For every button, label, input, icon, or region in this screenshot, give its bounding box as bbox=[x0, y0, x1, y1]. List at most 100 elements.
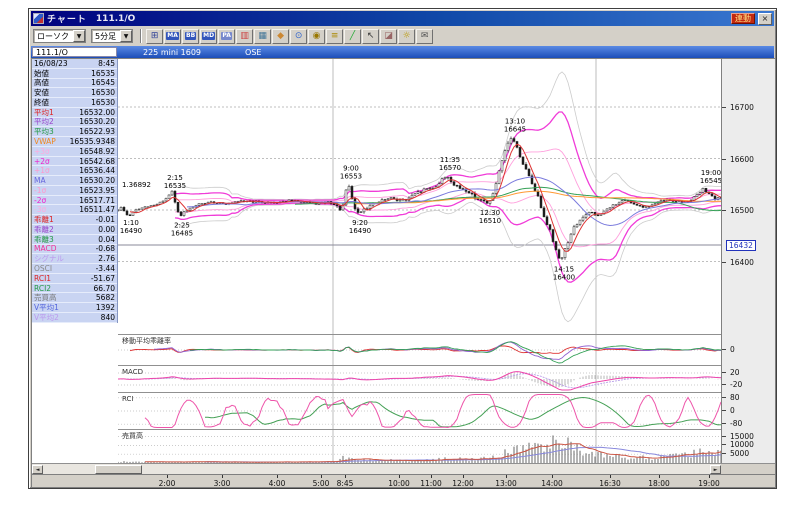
chart-layout-icon[interactable]: ⊞ bbox=[146, 28, 164, 44]
chevron-down-icon[interactable]: ▼ bbox=[120, 30, 133, 42]
time-tick-mark bbox=[463, 475, 464, 478]
sidebar-row-label: MACD bbox=[34, 244, 57, 254]
sidebar-row-value: 16530.20 bbox=[79, 117, 115, 127]
measure-icon[interactable]: ≡ bbox=[326, 28, 344, 44]
macd-panel[interactable]: MACD bbox=[118, 365, 721, 392]
eraser-icon[interactable]: ◪ bbox=[380, 28, 398, 44]
pa-indicator-icon[interactable]: PA bbox=[218, 28, 236, 44]
mail-icon[interactable]: ✉ bbox=[416, 28, 434, 44]
close-icon[interactable]: × bbox=[758, 12, 772, 25]
drawing-tools-icon[interactable]: ◉ bbox=[308, 28, 326, 44]
instrument-label: 225 mini 1609 bbox=[143, 47, 202, 57]
quote-sidebar: 16/08/23 8:45 始値 16535 高値 16545 安値 16530 終値 16530… bbox=[32, 59, 118, 323]
symbol-tab[interactable]: 111.1/O bbox=[32, 47, 117, 57]
bar-chart-icon[interactable]: ▦ bbox=[254, 28, 272, 44]
sidebar-row-value: 5682 bbox=[95, 293, 115, 303]
zoom-icon[interactable]: ⊙ bbox=[290, 28, 308, 44]
link-button[interactable]: 連動 bbox=[731, 13, 755, 24]
axis-tick-mark bbox=[722, 435, 726, 437]
sidebar-row-value: 16517.71 bbox=[79, 195, 115, 205]
sidebar-row-value: 16535.9348 bbox=[69, 137, 115, 147]
interval-combo[interactable]: 5分足 ▼ bbox=[91, 29, 134, 43]
measure-icon: ≡ bbox=[330, 31, 339, 41]
horizontal-scrollbar[interactable]: ◄ ► bbox=[32, 463, 721, 474]
chevron-down-icon[interactable]: ▼ bbox=[73, 30, 85, 42]
zoom-icon: ⊙ bbox=[294, 31, 303, 41]
svg-text:9:00: 9:00 bbox=[343, 165, 359, 173]
chart-layout-icon: ⊞ bbox=[150, 31, 159, 41]
time-axis: 2:00 3:00 4:00 5:00 8:45 10:00 11:00 12:00 13:00… bbox=[32, 474, 775, 488]
time-axis-label: 5:00 bbox=[312, 479, 330, 488]
sidebar-row: シグナル 2.76 bbox=[32, 254, 117, 265]
axis-tick-mark bbox=[722, 107, 726, 108]
window-title-code: 111.1/O bbox=[95, 13, 136, 24]
svg-text:MACD: MACD bbox=[122, 368, 143, 376]
deviation-panel[interactable]: 移動平均乖離率 bbox=[118, 334, 721, 365]
pa-indicator-icon: PA bbox=[221, 32, 232, 40]
point-figure-icon: ◆ bbox=[277, 31, 285, 41]
svg-text:2:15: 2:15 bbox=[167, 174, 183, 182]
svg-text:1.36892: 1.36892 bbox=[122, 181, 151, 189]
sidebar-row-value: 840 bbox=[100, 312, 115, 322]
sidebar-row-value: 16542.68 bbox=[79, 156, 115, 166]
rci-axis-label: 80 bbox=[730, 392, 740, 402]
rci-panel[interactable]: RCI bbox=[118, 392, 721, 429]
window-title: チャート bbox=[47, 15, 87, 25]
price-axis-label: 16600 bbox=[730, 154, 754, 164]
svg-text:移動平均乖離率: 移動平均乖離率 bbox=[122, 336, 171, 345]
time-tick-mark bbox=[659, 475, 660, 478]
axis-tick-mark bbox=[722, 158, 726, 160]
sidebar-row: V平均2 840 bbox=[32, 313, 117, 323]
cursor-icon[interactable]: ↖ bbox=[362, 28, 380, 44]
sidebar-row-label: 16/08/23 bbox=[34, 58, 68, 68]
current-price-badge: 16432 bbox=[726, 240, 756, 252]
sidebar-row-value: 1392 bbox=[95, 303, 115, 313]
scroll-right-icon[interactable]: ► bbox=[710, 465, 721, 474]
axis-tick-mark bbox=[722, 210, 726, 211]
sidebar-row-value: 16511.47 bbox=[79, 205, 115, 215]
time-tick-mark bbox=[552, 475, 553, 478]
candle-chart-icon[interactable]: ▥ bbox=[236, 28, 254, 44]
price-axis-label: 16500 bbox=[730, 206, 754, 215]
sidebar-row-value: 16545 bbox=[91, 78, 115, 88]
scrollbar-thumb[interactable] bbox=[95, 465, 142, 474]
svg-text:1:10: 1:10 bbox=[123, 219, 139, 227]
interval-label: 5分足 bbox=[95, 31, 117, 41]
bar-chart-icon: ▦ bbox=[258, 31, 267, 41]
scroll-left-icon[interactable]: ◄ bbox=[32, 465, 43, 474]
svg-text:2:25: 2:25 bbox=[174, 222, 190, 230]
macd-indicator-icon: MD bbox=[202, 32, 216, 40]
sidebar-row-label: RCI2 bbox=[34, 283, 52, 293]
price-axis: 16700 16600 16500 16400 16432 0 20 -20 80 0 -80 150… bbox=[721, 59, 775, 463]
time-tick-mark bbox=[399, 475, 400, 478]
time-tick-mark bbox=[222, 475, 223, 478]
sidebar-row-value: -0.01 bbox=[95, 215, 115, 225]
sidebar-row-label: -2σ bbox=[34, 195, 47, 205]
sidebar-row-label: MA bbox=[34, 176, 46, 186]
main-chart[interactable]: 1:10 16490 2:15 16535 2:25 16485 9:00 16553 9:20… bbox=[118, 59, 721, 334]
svg-text:13:10: 13:10 bbox=[505, 117, 525, 125]
chart-style-combo[interactable]: ローソク ▼ bbox=[33, 29, 86, 43]
exchange-label: OSE bbox=[245, 47, 262, 57]
sidebar-row-value: 16530 bbox=[91, 97, 115, 107]
axis-tick-mark bbox=[722, 410, 726, 411]
svg-text:11:35: 11:35 bbox=[440, 156, 460, 164]
point-figure-icon[interactable]: ◆ bbox=[272, 28, 290, 44]
sidebar-row-label: V平均2 bbox=[34, 312, 59, 322]
volume-panel[interactable]: 売買高 bbox=[118, 429, 721, 463]
titlebar[interactable]: チャート 111.1/O 連動 × bbox=[31, 11, 774, 26]
ma-indicator-icon[interactable]: MA bbox=[164, 28, 182, 44]
deviation-svg: 移動平均乖離率 bbox=[118, 335, 721, 365]
price-axis-label: 16400 bbox=[730, 257, 754, 267]
chart-window: チャート 111.1/O 連動 × ローソク ▼ 5分足 ▼ ⊞ MA BB MD PA… bbox=[28, 8, 777, 489]
volume-axis-label: 15000 bbox=[730, 431, 754, 441]
bb-indicator-icon[interactable]: BB bbox=[182, 28, 200, 44]
time-tick-mark bbox=[610, 475, 611, 478]
time-axis-label: 12:00 bbox=[452, 479, 474, 488]
svg-text:19:00: 19:00 bbox=[701, 169, 721, 177]
key-icon[interactable]: ☼ bbox=[398, 28, 416, 44]
macd-indicator-icon[interactable]: MD bbox=[200, 28, 218, 44]
trendline-icon[interactable]: ╱ bbox=[344, 28, 362, 44]
sidebar-row: +1σ 16536.44 bbox=[32, 166, 117, 177]
sidebar-row-value: 2.76 bbox=[98, 254, 115, 264]
